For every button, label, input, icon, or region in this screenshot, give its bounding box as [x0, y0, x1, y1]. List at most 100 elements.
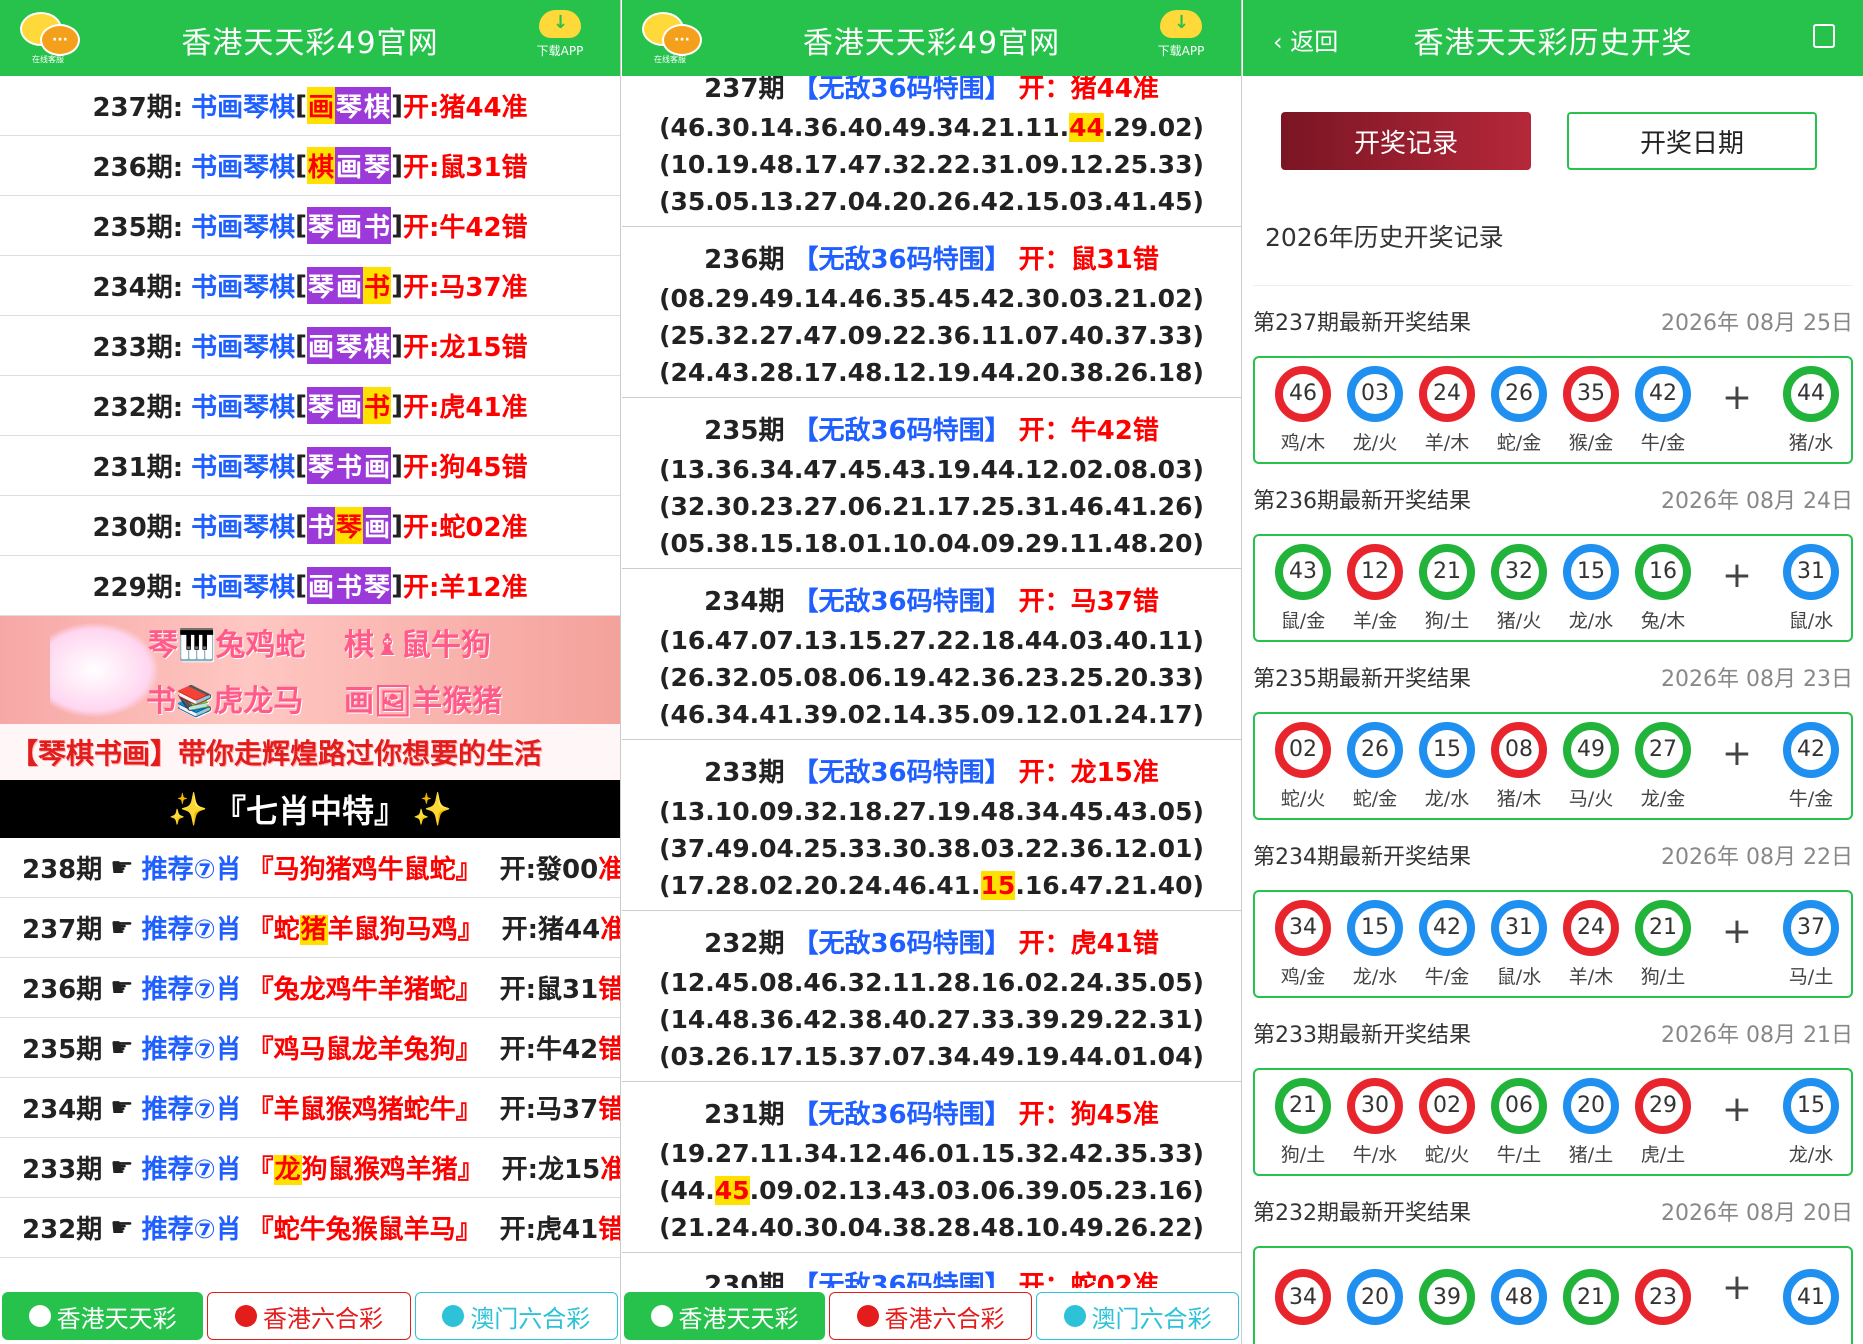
- download-app-button[interactable]: ↓ 下载APP: [1151, 10, 1211, 66]
- list-item[interactable]: 233期☛推荐⑦肖『龙狗鼠猴鸡羊猪』开:龙15准: [0, 1138, 620, 1198]
- year-title: 2026年历史开奖记录: [1253, 170, 1853, 286]
- calendar-icon[interactable]: [1813, 24, 1835, 48]
- list-item[interactable]: 233期: 书画琴棋 [画琴棋] 开:龙15错: [0, 316, 620, 376]
- code-group[interactable]: 232期 【无敌36码特围】 开：虎41错 (12.45.08.46.32.11.28…: [622, 911, 1241, 1082]
- number-ball: 44: [1783, 365, 1839, 422]
- code-seg: (03.26.17.15.37.07.34.49.19.44.01.04): [659, 1042, 1204, 1071]
- draw-date: 2026年 08月 20日: [1661, 1201, 1853, 1226]
- nav-item-2[interactable]: 澳门六合彩: [414, 1292, 618, 1340]
- result-text: 开:龙15: [501, 1155, 601, 1185]
- list-item[interactable]: 230期: 书画琴棋 [书琴画] 开:蛇02准: [0, 496, 620, 556]
- code-line: (25.32.27.47.09.22.36.11.07.40.37.33): [622, 321, 1241, 350]
- code-group[interactable]: 237期 【无敌36码特围】 开：猪44准 (46.30.14.36.40.49.34…: [622, 56, 1241, 227]
- result-mark: 错: [598, 975, 620, 1005]
- bottom-nav: 香港天天彩 香港六合彩 澳门六合彩: [0, 1288, 620, 1344]
- draw-card[interactable]: 21 狗/土 30 牛/水 02 蛇/火 06 牛/土 20 猪/土 29 虎/土 +15 龙/水: [1253, 1068, 1853, 1176]
- draw-date: 2026年 08月 23日: [1661, 667, 1853, 692]
- nav-item-2[interactable]: 澳门六合彩: [1036, 1292, 1239, 1340]
- promo-banner[interactable]: 琴🎹兔鸡蛇 棋♝鼠牛狗 书📚虎龙马 画🖼羊猴猪: [0, 616, 620, 724]
- group-header: 235期 【无敌36码特围】 开：牛42错: [622, 410, 1241, 447]
- list-item[interactable]: 234期☛推荐⑦肖『羊鼠猴鸡猪蛇牛』开:马37错: [0, 1078, 620, 1138]
- draw-card[interactable]: 34 鸡/金 15 龙/水 42 牛/金 31 鼠/水 24 羊/木 21 狗/土 +37 马/土: [1253, 890, 1853, 998]
- number-ball: 46: [1275, 365, 1331, 422]
- code-line: (10.19.48.17.47.32.22.31.09.12.25.33): [622, 150, 1241, 179]
- number-ball: 43: [1275, 543, 1331, 600]
- ball-cell: 26 蛇/金: [1483, 365, 1555, 455]
- number-ball: 37: [1783, 899, 1839, 956]
- list-item[interactable]: 236期: 书画琴棋 [棋画琴] 开:鼠31错: [0, 136, 620, 196]
- pick-char: 琴: [307, 447, 336, 484]
- list-item[interactable]: 232期: 书画琴棋 [琴画书] 开:虎41准: [0, 376, 620, 436]
- list-item[interactable]: 236期☛推荐⑦肖『兔龙鸡牛羊猪蛇』开:鼠31错: [0, 958, 620, 1018]
- code-line: (37.49.04.25.33.30.38.03.22.36.12.01): [622, 834, 1241, 863]
- zodiac-picks: 『龙狗鼠猴鸡羊猪』: [248, 1149, 484, 1186]
- tab-draw-dates[interactable]: 开奖日期: [1567, 112, 1817, 170]
- list-item[interactable]: 237期: 书画琴棋 [画琴棋] 开:猪44准: [0, 76, 620, 136]
- code-seg: (12.45.08.46.32.11.28.16.02.24.35.05): [659, 968, 1204, 997]
- list-item[interactable]: 231期: 书画琴棋 [琴书画] 开:狗45错: [0, 436, 620, 496]
- code-seg: .16.47.21.40): [1015, 871, 1204, 900]
- group-label: 【无敌36码特围】: [792, 758, 1011, 788]
- draw-title: 第235期最新开奖结果: [1253, 667, 1471, 692]
- code-group[interactable]: 231期 【无敌36码特围】 开：狗45准 (19.27.11.34.12.46.01…: [622, 1082, 1241, 1253]
- draw-card[interactable]: 46 鸡/木 03 龙/火 24 羊/木 26 蛇/金 35 猴/金 42 牛/金 +44 猪/水: [1253, 356, 1853, 464]
- pick-char: 画: [307, 87, 336, 124]
- number-ball: 21: [1635, 899, 1691, 956]
- nav-item-1[interactable]: 香港六合彩: [207, 1292, 411, 1340]
- code-group[interactable]: 233期 【无敌36码特围】 开：龙15准 (13.10.09.32.18.27.19…: [622, 740, 1241, 911]
- zodiac-element: 龙/水: [1424, 787, 1470, 810]
- code-group[interactable]: 236期 【无敌36码特围】 开：鼠31错 (08.29.49.14.46.35.45…: [622, 227, 1241, 398]
- group-header: 233期 【无敌36码特围】 开：龙15准: [622, 752, 1241, 789]
- pick-char: 画: [335, 267, 364, 304]
- code-line: (08.29.49.14.46.35.45.42.30.03.21.02): [622, 284, 1241, 313]
- number-ball: 39: [1419, 1269, 1475, 1325]
- result: 开:马37准: [402, 273, 528, 303]
- pick-char: 书: [335, 567, 364, 604]
- draw-header: 第233期最新开奖结果 2026年 08月 21日: [1253, 998, 1853, 1068]
- zodiac-element: 牛/金: [1424, 965, 1470, 988]
- zodiac-chunk: 羊鼠狗马鸡』: [327, 915, 484, 945]
- download-app-button[interactable]: ↓ 下载APP: [530, 10, 590, 66]
- nav-item-0[interactable]: 香港天天彩: [624, 1292, 825, 1340]
- tab-draw-records[interactable]: 开奖记录: [1281, 112, 1531, 170]
- pick-char: 画: [335, 207, 364, 244]
- pick-char: 琴: [307, 267, 336, 304]
- code-group[interactable]: 235期 【无敌36码特围】 开：牛42错 (13.36.34.47.45.43.19…: [622, 398, 1241, 569]
- nav-item-1[interactable]: 香港六合彩: [829, 1292, 1032, 1340]
- draw-card[interactable]: 02 蛇/火 26 蛇/金 15 龙/水 08 猪/木 49 马/火 27 龙/金 +42 牛/金: [1253, 712, 1853, 820]
- list-item[interactable]: 229期: 书画琴棋 [画书琴] 开:羊12准: [0, 556, 620, 616]
- list-item[interactable]: 238期☛推荐⑦肖『马狗猪鸡牛鼠蛇』开:發00准: [0, 838, 620, 898]
- code-group[interactable]: 234期 【无敌36码特围】 开：马37错 (16.47.07.13.15.27.22…: [622, 569, 1241, 740]
- code-seg: (14.48.36.42.38.40.27.33.39.29.22.31): [659, 1005, 1204, 1034]
- result: 开:蛇02准: [402, 513, 528, 543]
- slogan-banner[interactable]: 【琴棋书画】带你走辉煌路过你想要的生活: [0, 724, 620, 780]
- draw-card[interactable]: 43 鼠/金 12 羊/金 21 狗/土 32 猪/火 15 龙/水 16 兔/木 +31 鼠/水: [1253, 534, 1853, 642]
- period: 237期: [22, 915, 103, 945]
- nav-item-0[interactable]: 香港天天彩: [2, 1292, 204, 1340]
- code-line: (24.43.28.17.48.12.19.44.20.38.26.18): [622, 358, 1241, 387]
- code-line: (35.05.13.27.04.20.26.42.15.03.41.45): [622, 187, 1241, 216]
- draw-card[interactable]: 34 20 39 48 21 23 +41: [1253, 1246, 1853, 1344]
- bracket: [: [295, 450, 308, 481]
- zodiac-chunk: 『蛇牛兔猴鼠羊马』: [247, 1215, 482, 1245]
- list-item[interactable]: 235期☛推荐⑦肖『鸡马鼠龙羊兔狗』开:牛42错: [0, 1018, 620, 1078]
- ball-cell: 20: [1339, 1269, 1411, 1331]
- result: 开:马37错: [500, 1089, 620, 1126]
- nav-label: 香港天天彩: [56, 1304, 177, 1333]
- plus-icon: +: [1721, 554, 1753, 596]
- list-item[interactable]: 237期☛推荐⑦肖『蛇猪羊鼠狗马鸡』开:猪44准: [0, 898, 620, 958]
- list-item[interactable]: 232期☛推荐⑦肖『蛇牛兔猴鼠羊马』开:虎41错: [0, 1198, 620, 1258]
- code-seg: (37.49.04.25.33.30.38.03.22.36.12.01): [659, 834, 1204, 863]
- lotus-icon: [28, 1305, 51, 1327]
- code-seg: (46.30.14.36.40.49.34.21.11.: [659, 113, 1070, 142]
- group-label: 【无敌36码特围】: [792, 416, 1011, 446]
- ball-cell: 42 牛/金: [1411, 899, 1483, 989]
- list-item[interactable]: 234期: 书画琴棋 [琴画书] 开:马37准: [0, 256, 620, 316]
- ball-cell: 06 牛/土: [1483, 1077, 1555, 1167]
- result: 开:虎41错: [500, 1209, 620, 1246]
- ball-cell: 49 马/火: [1555, 721, 1627, 811]
- result-mark: 准: [598, 855, 620, 885]
- draw-title: 第233期最新开奖结果: [1253, 1023, 1471, 1048]
- list-item[interactable]: 235期: 书画琴棋 [琴画书] 开:牛42错: [0, 196, 620, 256]
- plus-icon: +: [1721, 1088, 1753, 1130]
